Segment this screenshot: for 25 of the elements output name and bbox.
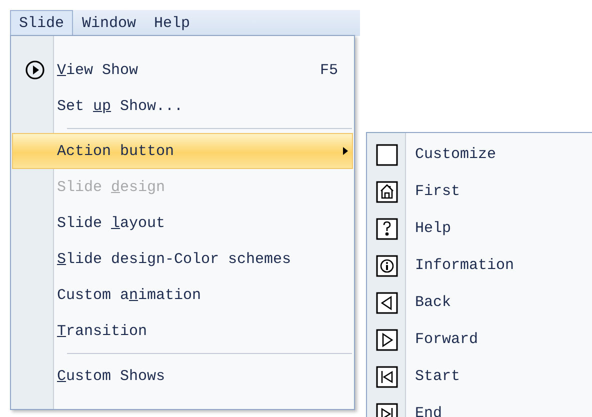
submenu-item[interactable]: Information <box>367 247 592 284</box>
menu-item[interactable]: Transition <box>13 314 352 348</box>
question-mark-icon <box>376 218 398 240</box>
menu-item[interactable]: View Show F5 <box>13 53 352 87</box>
submenu-item[interactable]: Forward <box>367 321 592 358</box>
info-icon <box>376 254 398 276</box>
menu-item[interactable]: Slide design-Color schemes <box>13 242 352 276</box>
submenu-item[interactable]: Back <box>367 284 592 321</box>
submenu-item[interactable]: Customize <box>367 136 592 173</box>
submenu-item[interactable]: Start <box>367 358 592 395</box>
play-icon <box>25 60 45 80</box>
submenu-arrow-icon <box>343 147 348 155</box>
menu-item[interactable]: Custom animation <box>13 278 352 312</box>
menu-bar-item[interactable]: Window <box>73 10 146 36</box>
submenu-item[interactable]: Help <box>367 210 592 247</box>
menu-item[interactable]: Slide layout <box>13 206 352 240</box>
house-icon <box>376 180 398 202</box>
menu-item[interactable]: Custom Shows <box>13 359 352 393</box>
submenu-item[interactable]: End <box>367 395 592 417</box>
submenu-item[interactable]: First <box>367 173 592 210</box>
menu-bar-item[interactable]: Slide <box>10 10 74 36</box>
menu-bar-item[interactable]: Help <box>145 10 200 36</box>
menu-item[interactable]: Action button <box>12 133 353 169</box>
menu-item[interactable]: Set up Show... <box>13 89 352 123</box>
blank-action-icon <box>376 144 398 166</box>
